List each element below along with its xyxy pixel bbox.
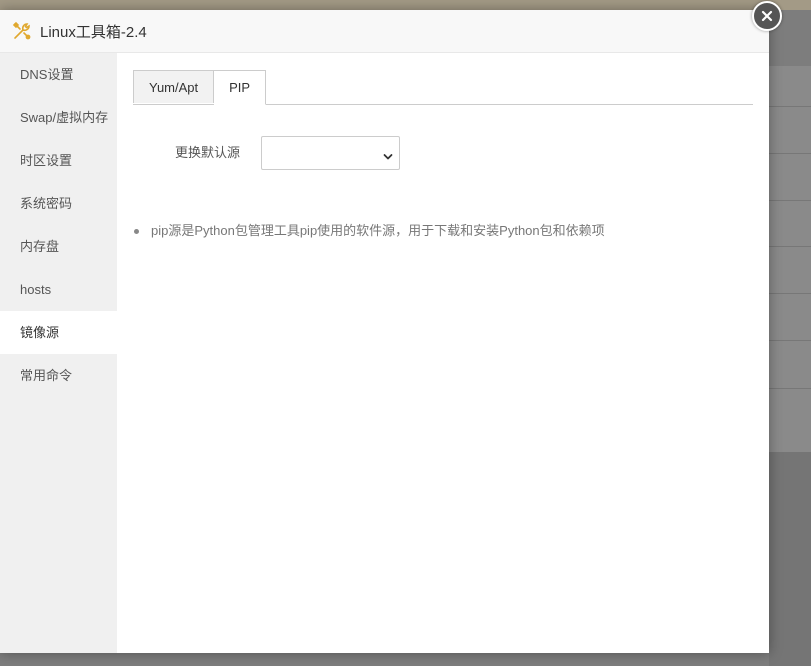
background-divider — [769, 293, 811, 294]
mirror-select[interactable] — [261, 136, 400, 170]
close-button[interactable] — [752, 1, 782, 31]
tab-pip[interactable]: PIP — [214, 70, 267, 105]
tab-yum-apt[interactable]: Yum/Apt — [133, 70, 215, 103]
main-content: Yum/Apt PIP 更换默认源 pip源是Python包管理工具pip使用的… — [117, 53, 769, 653]
sidebar-item-timezone[interactable]: 时区设置 — [0, 139, 117, 182]
background-divider — [769, 388, 811, 389]
sidebar-item-swap[interactable]: Swap/虚拟内存 — [0, 96, 117, 139]
background-divider — [769, 340, 811, 341]
toolbox-dialog: Linux工具箱-2.4 DNS设置 Swap/虚拟内存 时区设置 系统密码 内… — [0, 1, 782, 653]
tools-icon — [12, 21, 32, 41]
sidebar-item-mirror[interactable]: 镜像源 — [0, 311, 117, 354]
background-divider — [769, 153, 811, 154]
close-icon — [761, 10, 773, 22]
sidebar-item-password[interactable]: 系统密码 — [0, 182, 117, 225]
mirror-select-label: 更换默认源 — [175, 145, 241, 160]
background-divider — [769, 200, 811, 201]
dialog-header: Linux工具箱-2.4 — [0, 10, 769, 53]
background-band — [769, 452, 811, 666]
sidebar-item-ramdisk[interactable]: 内存盘 — [0, 225, 117, 268]
tab-bar: Yum/Apt PIP — [133, 70, 753, 105]
background-divider — [769, 106, 811, 107]
background-panel — [769, 66, 811, 452]
background-divider — [769, 246, 811, 247]
background-topbar — [0, 0, 811, 10]
sidebar: DNS设置 Swap/虚拟内存 时区设置 系统密码 内存盘 hosts 镜像源 … — [0, 53, 117, 653]
sidebar-item-hosts[interactable]: hosts — [0, 268, 117, 311]
sidebar-item-dns[interactable]: DNS设置 — [0, 53, 117, 96]
tip-item: pip源是Python包管理工具pip使用的软件源，用于下载和安装Python包… — [133, 221, 605, 241]
chevron-down-icon — [383, 149, 393, 160]
dialog-title: Linux工具箱-2.4 — [40, 23, 147, 41]
help-tips: pip源是Python包管理工具pip使用的软件源，用于下载和安装Python包… — [133, 221, 605, 241]
sidebar-item-commands[interactable]: 常用命令 — [0, 354, 117, 397]
mirror-form-row: 更换默认源 — [117, 136, 769, 170]
